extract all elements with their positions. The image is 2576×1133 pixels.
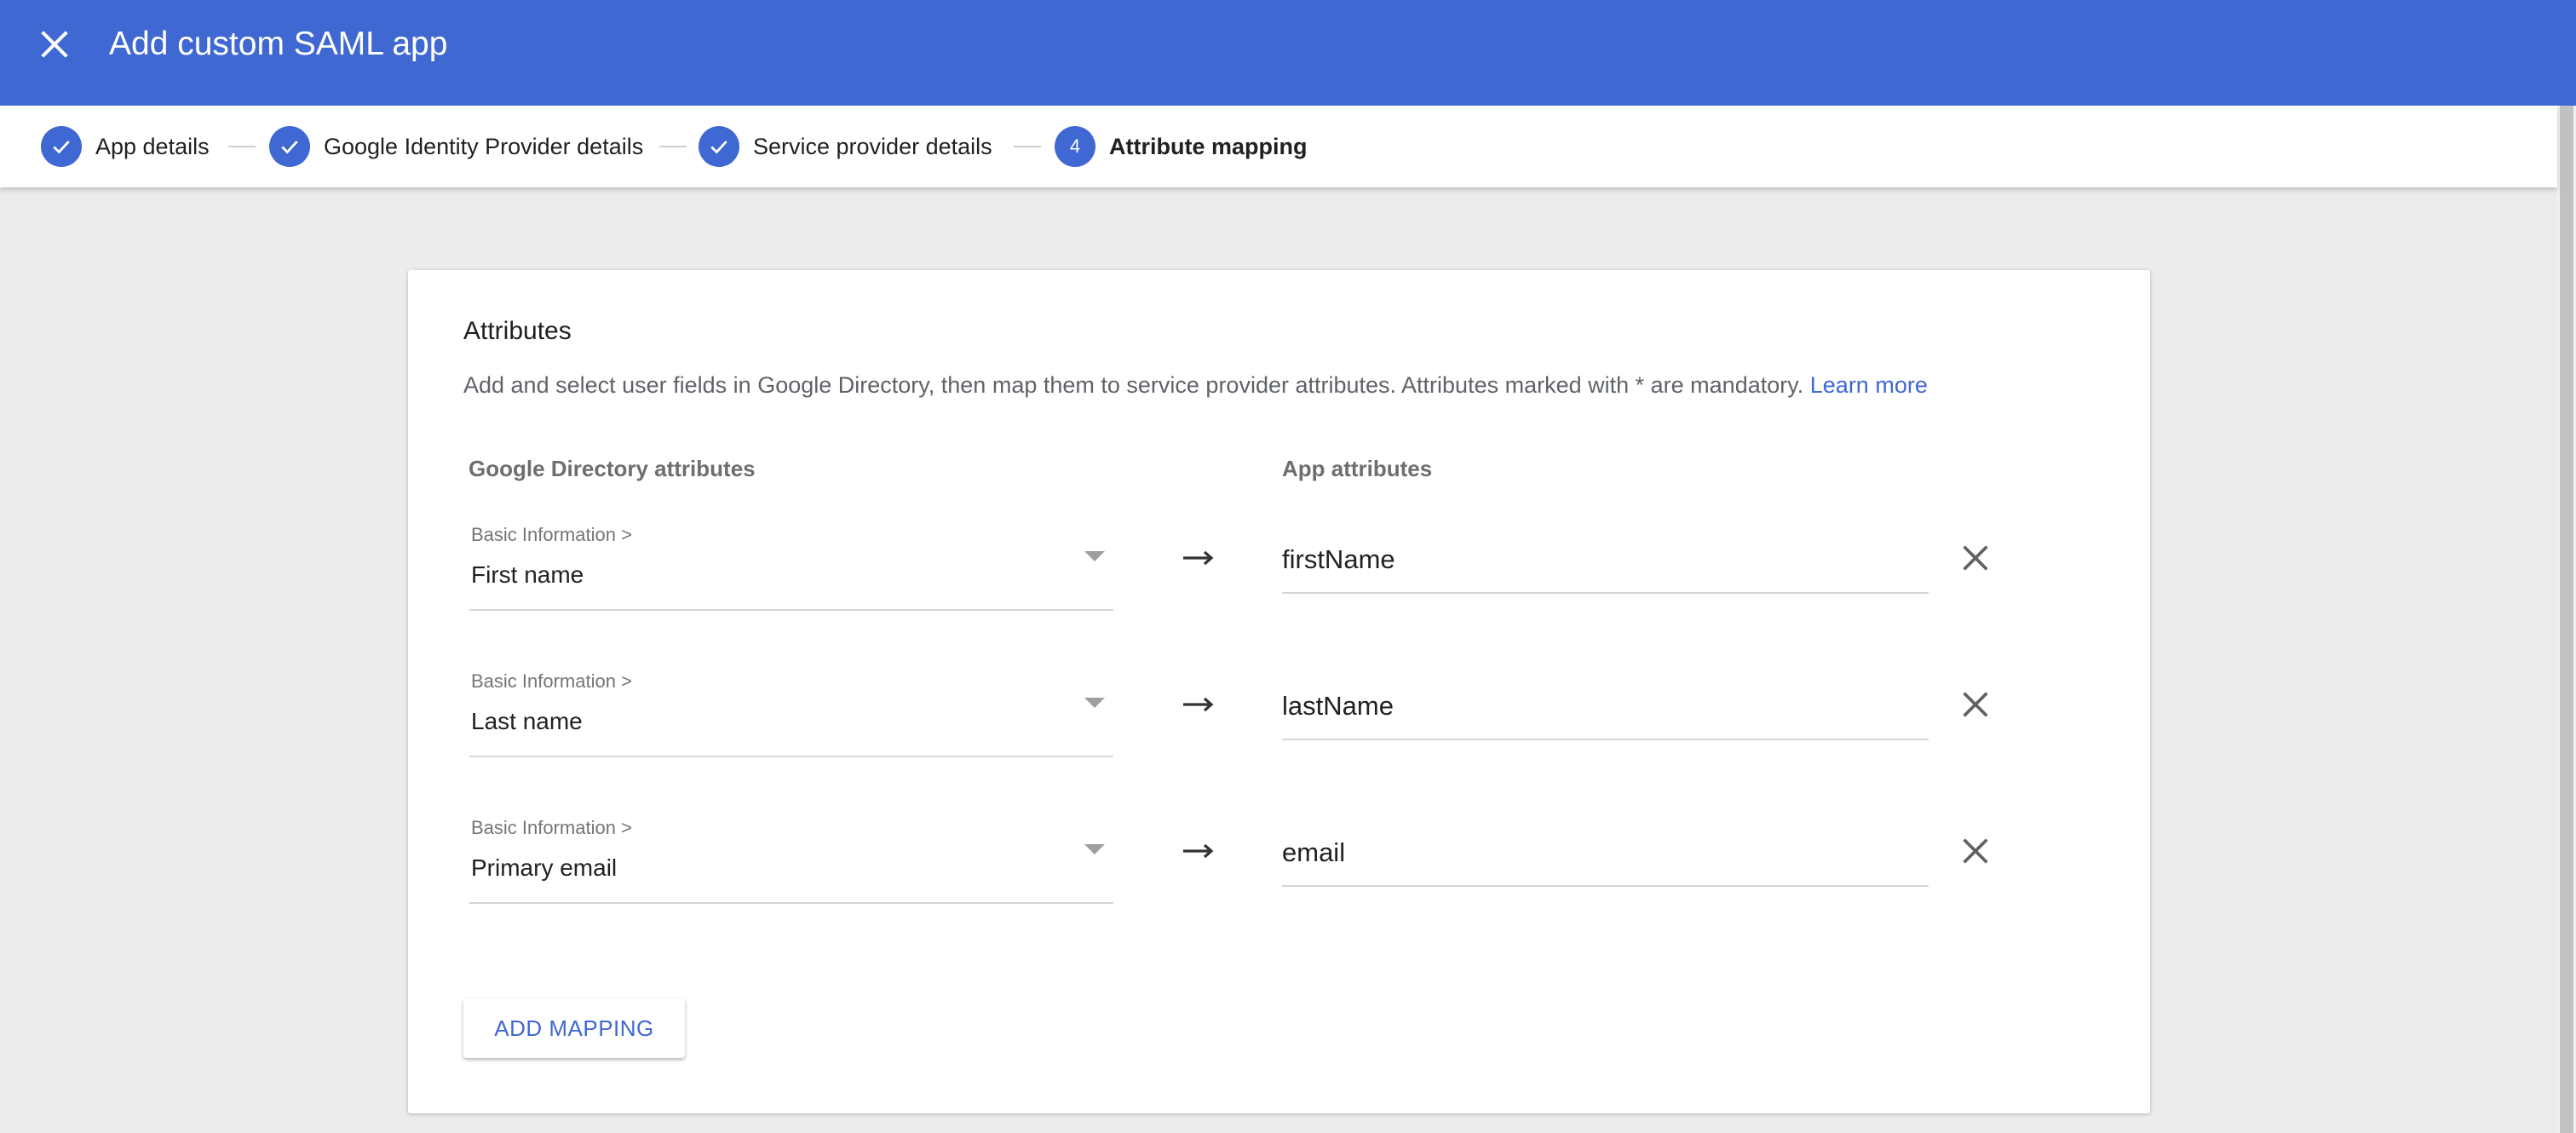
arrow-right-icon xyxy=(1183,843,1214,859)
attributes-card: Attributes Add and select user fields in… xyxy=(408,270,2150,1113)
attribute-category: Basic Information > xyxy=(471,817,632,838)
learn-more-link[interactable]: Learn more xyxy=(1810,372,1928,398)
step-number: 4 xyxy=(1069,135,1081,157)
attribute-value: Primary email xyxy=(471,854,618,881)
step-number-badge: 4 xyxy=(1055,126,1095,167)
google-attribute-select[interactable]: Basic Information > Last name xyxy=(469,664,1113,757)
remove-mapping-icon[interactable] xyxy=(1958,834,1992,868)
step-label: Google Identity Provider details xyxy=(324,133,644,159)
step-google-idp-details[interactable]: Google Identity Provider details xyxy=(269,126,649,167)
section-description: Add and select user fields in Google Dir… xyxy=(463,372,1928,399)
dropdown-caret-icon xyxy=(1084,844,1105,854)
step-attribute-mapping[interactable]: 4 Attribute mapping xyxy=(1055,126,1307,167)
app-attribute-input[interactable] xyxy=(1282,544,1929,575)
google-attribute-select[interactable]: Basic Information > First name xyxy=(469,517,1113,611)
mapping-row: Basic Information > First name xyxy=(408,517,2150,619)
attribute-value: Last name xyxy=(471,708,583,734)
scrollbar[interactable] xyxy=(2557,106,2576,1133)
step-label: Attribute mapping xyxy=(1109,133,1308,159)
check-icon xyxy=(269,126,310,167)
app-attributes-header: App attributes xyxy=(1282,456,1433,481)
add-mapping-button[interactable]: ADD MAPPING xyxy=(463,998,685,1058)
mapping-row: Basic Information > Primary email xyxy=(408,810,2150,912)
arrow-right-icon xyxy=(1183,550,1214,566)
google-directory-attributes-header: Google Directory attributes xyxy=(469,456,756,481)
stepper: App details Google Identity Provider det… xyxy=(0,106,2557,187)
step-divider xyxy=(1014,146,1041,147)
step-label: Service provider details xyxy=(753,133,992,159)
app-attribute-field[interactable] xyxy=(1282,679,1929,740)
step-service-provider-details[interactable]: Service provider details xyxy=(699,126,992,167)
attribute-value: First name xyxy=(471,561,584,588)
description-text: Add and select user fields in Google Dir… xyxy=(463,372,1804,398)
attribute-category: Basic Information > xyxy=(471,524,632,545)
app-attribute-field[interactable] xyxy=(1282,532,1929,594)
close-icon[interactable] xyxy=(36,26,73,63)
mapping-row: Basic Information > Last name xyxy=(408,664,2150,766)
check-icon xyxy=(41,126,82,167)
arrow-right-icon xyxy=(1183,697,1214,712)
dropdown-caret-icon xyxy=(1084,551,1105,561)
step-label: App details xyxy=(95,133,210,159)
app-bar: Add custom SAML app xyxy=(0,0,2576,106)
dropdown-caret-icon xyxy=(1084,698,1105,708)
google-attribute-select[interactable]: Basic Information > Primary email xyxy=(469,810,1113,904)
check-icon xyxy=(699,126,739,167)
step-divider xyxy=(228,146,256,147)
section-heading: Attributes xyxy=(463,317,572,345)
page-title: Add custom SAML app xyxy=(109,26,448,62)
remove-mapping-icon[interactable] xyxy=(1958,541,1992,575)
step-app-details[interactable]: App details xyxy=(41,126,210,167)
attribute-category: Basic Information > xyxy=(471,670,632,692)
app-attribute-input[interactable] xyxy=(1282,691,1929,722)
step-divider xyxy=(659,146,687,147)
app-attribute-field[interactable] xyxy=(1282,825,1929,887)
app-attribute-input[interactable] xyxy=(1282,837,1929,868)
scrollbar-thumb[interactable] xyxy=(2560,106,2573,1133)
remove-mapping-icon[interactable] xyxy=(1958,687,1992,722)
